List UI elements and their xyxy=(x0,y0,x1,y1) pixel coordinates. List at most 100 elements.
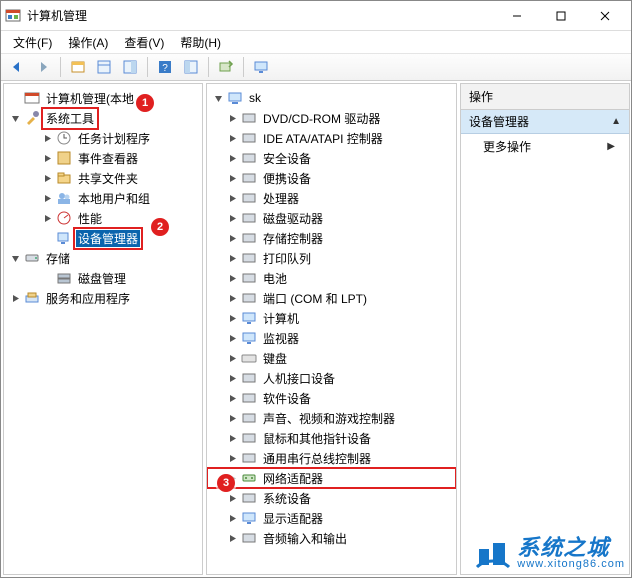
chevron-right-icon[interactable] xyxy=(225,531,239,545)
main-area: 计算机管理(本地 系统工具 任务计划程序 事件查看器 共享文件夹 xyxy=(1,81,631,577)
chevron-right-icon[interactable] xyxy=(225,351,239,365)
node-label: 事件查看器 xyxy=(76,150,140,167)
device-category[interactable]: 打印队列 xyxy=(207,248,456,268)
chevron-right-icon[interactable] xyxy=(225,191,239,205)
node-event-viewer[interactable]: 事件查看器 xyxy=(4,148,202,168)
chevron-right-icon[interactable] xyxy=(40,171,54,185)
actions-section-label: 设备管理器 xyxy=(469,113,529,130)
node-local-users[interactable]: 本地用户和组 xyxy=(4,188,202,208)
menu-file[interactable]: 文件(F) xyxy=(7,32,58,53)
forward-button[interactable] xyxy=(31,56,55,78)
device-category[interactable]: 显示适配器 xyxy=(207,508,456,528)
device-category[interactable]: 安全设备 xyxy=(207,148,456,168)
back-button[interactable] xyxy=(5,56,29,78)
device-category[interactable]: 监视器 xyxy=(207,328,456,348)
export-button[interactable] xyxy=(118,56,142,78)
chevron-right-icon[interactable] xyxy=(40,131,54,145)
node-label: 设备管理器 xyxy=(76,230,140,247)
category-icon xyxy=(241,150,257,166)
minimize-button[interactable] xyxy=(495,2,539,30)
chevron-right-icon[interactable] xyxy=(225,471,239,485)
chevron-right-icon[interactable] xyxy=(225,151,239,165)
device-category[interactable]: 鼠标和其他指针设备 xyxy=(207,428,456,448)
chevron-right-icon[interactable] xyxy=(225,291,239,305)
chevron-right-icon[interactable] xyxy=(40,211,54,225)
chevron-right-icon[interactable] xyxy=(225,211,239,225)
chevron-right-icon[interactable] xyxy=(225,431,239,445)
node-label: 键盘 xyxy=(261,350,289,367)
chevron-right-icon[interactable] xyxy=(225,411,239,425)
device-category[interactable]: 声音、视频和游戏控制器 xyxy=(207,408,456,428)
device-category[interactable]: IDE ATA/ATAPI 控制器 xyxy=(207,128,456,148)
device-category[interactable]: 通用串行总线控制器 xyxy=(207,448,456,468)
menu-view[interactable]: 查看(V) xyxy=(118,32,170,53)
chevron-right-icon[interactable] xyxy=(8,291,22,305)
category-icon xyxy=(241,210,257,226)
chevron-right-icon[interactable] xyxy=(40,151,54,165)
device-category[interactable]: 便携设备 xyxy=(207,168,456,188)
category-icon xyxy=(241,410,257,426)
device-category[interactable]: 磁盘驱动器 xyxy=(207,208,456,228)
scan-hardware-button[interactable] xyxy=(214,56,238,78)
chevron-right-icon[interactable] xyxy=(225,111,239,125)
node-task-scheduler[interactable]: 任务计划程序 xyxy=(4,128,202,148)
node-storage[interactable]: 存储 xyxy=(4,248,202,268)
node-system-tools[interactable]: 系统工具 xyxy=(4,108,202,128)
device-category[interactable]: 电池 xyxy=(207,268,456,288)
device-category[interactable]: 人机接口设备 xyxy=(207,368,456,388)
chevron-right-icon[interactable] xyxy=(225,271,239,285)
properties-button[interactable] xyxy=(92,56,116,78)
monitor-button[interactable] xyxy=(249,56,273,78)
node-label: sk xyxy=(247,91,263,105)
chevron-down-icon[interactable] xyxy=(8,251,22,265)
menu-help[interactable]: 帮助(H) xyxy=(174,32,227,53)
node-shared-folders[interactable]: 共享文件夹 xyxy=(4,168,202,188)
node-services-apps[interactable]: 服务和应用程序 xyxy=(4,288,202,308)
chevron-right-icon[interactable] xyxy=(225,511,239,525)
maximize-button[interactable] xyxy=(539,2,583,30)
device-category[interactable]: 存储控制器 xyxy=(207,228,456,248)
chevron-right-icon[interactable] xyxy=(225,231,239,245)
node-performance[interactable]: 性能 xyxy=(4,208,202,228)
menubar: 文件(F) 操作(A) 查看(V) 帮助(H) xyxy=(1,31,631,53)
chevron-down-icon[interactable] xyxy=(8,111,22,125)
chevron-right-icon[interactable] xyxy=(225,491,239,505)
node-device-manager[interactable]: 设备管理器 xyxy=(4,228,202,248)
category-icon xyxy=(241,370,257,386)
node-disk-management[interactable]: 磁盘管理 xyxy=(4,268,202,288)
device-category[interactable]: 处理器 xyxy=(207,188,456,208)
chevron-right-icon[interactable] xyxy=(225,391,239,405)
chevron-right-icon[interactable] xyxy=(225,451,239,465)
device-category[interactable]: DVD/CD-ROM 驱动器 xyxy=(207,108,456,128)
menu-action[interactable]: 操作(A) xyxy=(62,32,114,53)
device-category[interactable]: 系统设备 xyxy=(207,488,456,508)
device-category[interactable]: 音频输入和输出 xyxy=(207,528,456,548)
view-devices-button[interactable] xyxy=(179,56,203,78)
device-root[interactable]: sk xyxy=(207,88,456,108)
show-hide-tree-button[interactable] xyxy=(66,56,90,78)
actions-more[interactable]: 更多操作 ▶ xyxy=(461,134,629,159)
chevron-right-icon[interactable] xyxy=(225,131,239,145)
node-label: 电池 xyxy=(261,270,289,287)
category-icon xyxy=(241,450,257,466)
users-icon xyxy=(56,190,72,206)
node-computer-management[interactable]: 计算机管理(本地 xyxy=(4,88,202,108)
chevron-right-icon[interactable] xyxy=(225,371,239,385)
device-category[interactable]: 计算机 xyxy=(207,308,456,328)
chevron-down-icon[interactable] xyxy=(211,91,225,105)
device-category[interactable]: 键盘 xyxy=(207,348,456,368)
chevron-right-icon[interactable] xyxy=(225,171,239,185)
chevron-right-icon[interactable] xyxy=(40,191,54,205)
help-button[interactable]: ? xyxy=(153,56,177,78)
node-label: 打印队列 xyxy=(261,250,313,267)
category-icon xyxy=(241,350,257,366)
close-button[interactable] xyxy=(583,2,627,30)
device-category[interactable]: 网络适配器 xyxy=(207,468,456,488)
chevron-right-icon[interactable] xyxy=(225,251,239,265)
scope-pane: 计算机管理(本地 系统工具 任务计划程序 事件查看器 共享文件夹 xyxy=(3,83,203,575)
device-category[interactable]: 端口 (COM 和 LPT) xyxy=(207,288,456,308)
chevron-right-icon[interactable] xyxy=(225,331,239,345)
actions-section[interactable]: 设备管理器 ▲ xyxy=(461,110,629,134)
chevron-right-icon[interactable] xyxy=(225,311,239,325)
device-category[interactable]: 软件设备 xyxy=(207,388,456,408)
